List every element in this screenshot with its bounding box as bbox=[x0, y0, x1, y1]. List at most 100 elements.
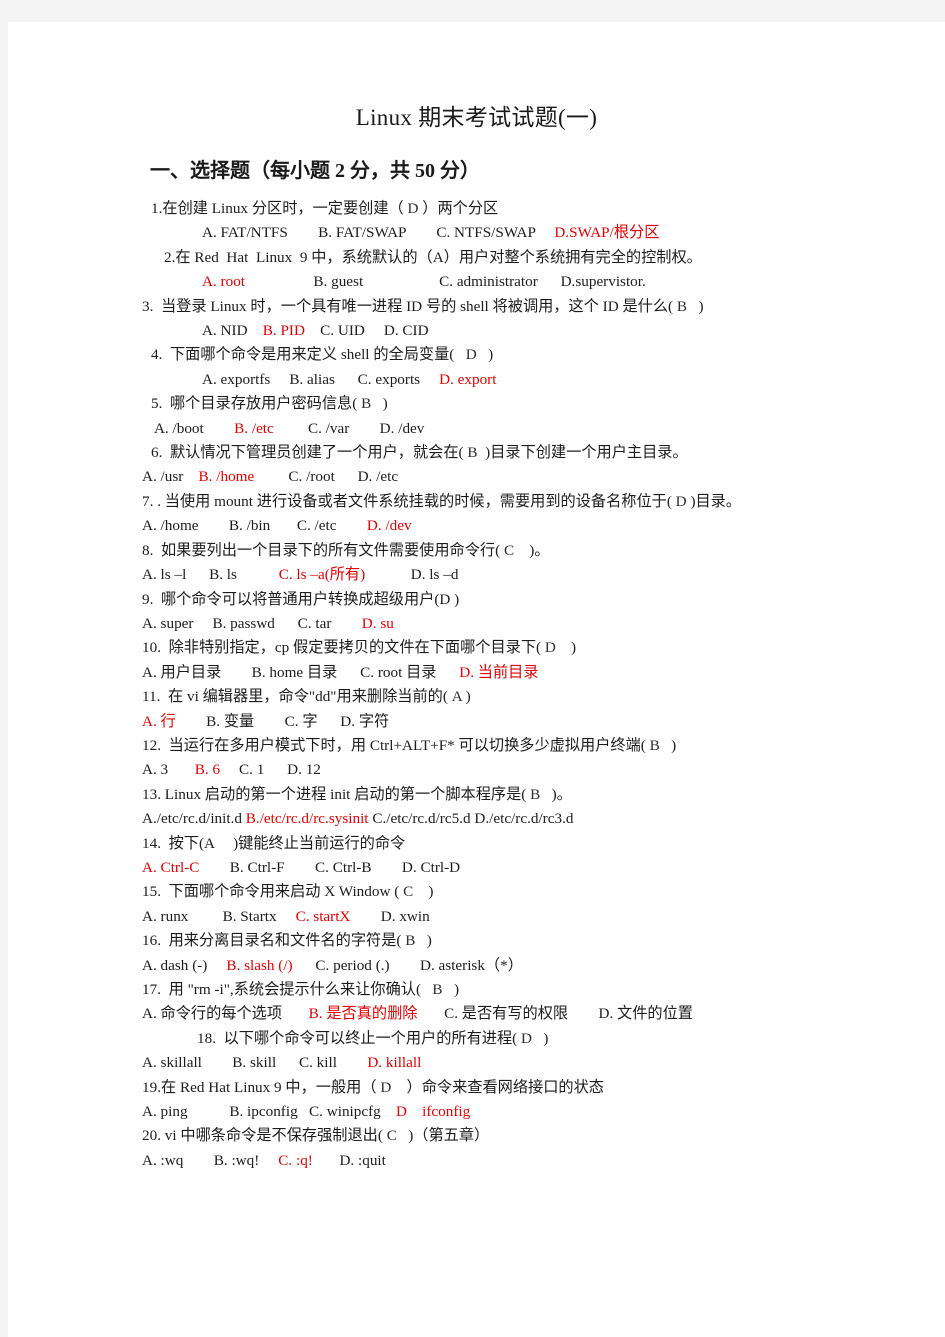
correct-option: C. ls –a(所有) bbox=[278, 566, 366, 584]
options-tail: C. 是否有写的权限 D. 文件的位置 bbox=[417, 1005, 693, 1023]
answer-marker: D bbox=[465, 346, 477, 364]
question-options-14: A. Ctrl-C B. Ctrl-F C. Ctrl-B D. Ctrl-D bbox=[142, 856, 917, 880]
correct-option: D. export bbox=[439, 370, 497, 388]
question-stem-17: 17. 用 "rm -i",系统会提示什么来让你确认( B ) bbox=[142, 978, 917, 1002]
options-tail: B. guest C. administrator D.supervistor. bbox=[245, 273, 646, 291]
correct-option: B. 6 bbox=[194, 761, 221, 779]
question-stem-11: 11. 在 vi 编辑器里，命令"dd"用来删除当前的( A ) bbox=[142, 685, 917, 709]
options-plain: A. 命令行的每个选项 bbox=[142, 1005, 309, 1023]
question-options-19: A. ping B. ipconfig C. winipcfg D ifconf… bbox=[142, 1100, 917, 1124]
options-plain: A. dash (-) bbox=[142, 956, 227, 974]
question-stem-text: 2.在 Red Hat Linux 9 中，系统默认的（A）用户对整个系统拥有完… bbox=[164, 248, 702, 266]
question-stem-text: 18. 以下哪个命令可以终止一个用户的所有进程( bbox=[197, 1029, 521, 1047]
options-plain: A. runx B. Startx bbox=[142, 907, 296, 925]
question-stem-9: 9. 哪个命令可以将普通用户转换成超级用户(D ) bbox=[142, 588, 917, 612]
options-plain: A. skillall B. skill C. kill bbox=[142, 1054, 368, 1072]
options-plain: A. /usr bbox=[142, 468, 199, 486]
answer-marker: C bbox=[386, 1127, 397, 1145]
question-stem-10: 10. 除非特别指定，cp 假定要拷贝的文件在下面哪个目录下( D ) bbox=[142, 636, 917, 660]
answer-marker: B bbox=[361, 395, 372, 413]
question-options-18: A. skillall B. skill C. kill D. killall bbox=[142, 1051, 917, 1075]
question-stem-4: 4. 下面哪个命令是用来定义 shell 的全局变量( D ) bbox=[142, 343, 917, 367]
question-stem-tail: ) bbox=[659, 736, 677, 754]
correct-option: D. su bbox=[361, 614, 394, 632]
question-stem-text: 3. 当登录 Linux 时，一个具有唯一进程 ID 号的 shell 将被调用… bbox=[142, 297, 677, 315]
question-options-11: A. 行 B. 变量 C. 字 D. 字符 bbox=[142, 710, 917, 734]
question-stem-text: 9. 哪个命令可以将普通用户转换成超级用户(D ) bbox=[142, 590, 460, 608]
correct-option: B. /etc bbox=[234, 419, 274, 437]
question-stem-text: 19.在 Red Hat Linux 9 中，一般用（ bbox=[142, 1078, 381, 1096]
question-stem-tail: ) bbox=[442, 981, 459, 998]
question-stem-tail: )。 bbox=[514, 541, 550, 559]
options-plain: A. super B. passwd C. tar bbox=[142, 614, 362, 632]
question-options-5: A. /boot B. /etc C. /var D. /dev bbox=[142, 417, 917, 441]
answer-marker: D bbox=[380, 1078, 392, 1096]
options-plain: A. 用户目录 B. home 目录 C. root 目录 bbox=[142, 663, 460, 681]
options-tail: C. 1 D. 12 bbox=[220, 761, 321, 779]
options-tail: C. /var D. /dev bbox=[273, 419, 425, 437]
question-stem-text: 7. . 当使用 mount 进行设备或者文件系统挂载的时候，需要用到的设备名称… bbox=[142, 492, 676, 510]
answer-marker: D bbox=[544, 639, 556, 657]
question-stem-20: 20. vi 中哪条命令是不保存强制退出( C )（第五章） bbox=[142, 1124, 917, 1148]
correct-option: B./etc/rc.d/rc.sysinit bbox=[245, 810, 369, 828]
question-stem-text: 14. 按下(A )键能终止当前运行的命令 bbox=[142, 834, 406, 852]
correct-option: D.SWAP/根分区 bbox=[554, 224, 660, 242]
section-heading: 一、选择题（每小题 2 分，共 50 分） bbox=[150, 160, 480, 182]
answer-marker: C bbox=[403, 883, 414, 901]
document-page: Linux 期末考试试题(一) 一、选择题（每小题 2 分，共 50 分） 1.… bbox=[8, 22, 945, 1337]
correct-option: D ifconfig bbox=[395, 1103, 471, 1121]
answer-marker: D bbox=[675, 492, 687, 510]
answer-marker: B bbox=[405, 932, 416, 950]
question-stem-15: 15. 下面哪个命令用来启动 X Window ( C ) bbox=[142, 880, 917, 904]
question-stem-text: 16. 用来分离目录名和文件名的字符是( bbox=[142, 932, 406, 950]
question-stem-tail: ) bbox=[461, 688, 471, 706]
answer-marker: B bbox=[676, 297, 688, 315]
answer-marker: B bbox=[467, 444, 478, 462]
question-options-17: A. 命令行的每个选项 B. 是否真的删除 C. 是否有写的权限 D. 文件的位… bbox=[142, 1002, 917, 1026]
options-plain: A. exportfs B. alias C. exports bbox=[202, 370, 440, 388]
question-stem-text: 1.在创建 Linux 分区时，一定要创建（ bbox=[151, 200, 408, 217]
question-options-16: A. dash (-) B. slash (/) C. period (.) D… bbox=[142, 954, 917, 978]
question-options-6: A. /usr B. /home C. /root D. /etc bbox=[142, 465, 917, 489]
question-stem-7: 7. . 当使用 mount 进行设备或者文件系统挂载的时候，需要用到的设备名称… bbox=[142, 490, 917, 514]
question-options-9: A. super B. passwd C. tar D. su bbox=[142, 612, 917, 636]
options-plain: A. /boot bbox=[151, 419, 235, 437]
answer-marker: C bbox=[503, 541, 515, 559]
question-options-7: A. /home B. /bin C. /etc D. /dev bbox=[142, 514, 917, 538]
question-stem-tail: )目录。 bbox=[686, 492, 742, 510]
correct-option: B. 是否真的删除 bbox=[308, 1005, 418, 1023]
question-stem-text: 5. 哪个目录存放用户密码信息( bbox=[151, 395, 362, 413]
options-tail: D. ls –d bbox=[365, 566, 459, 584]
options-plain: A. :wq B. :wq! bbox=[142, 1151, 279, 1169]
correct-option: D. 当前目录 bbox=[459, 663, 539, 681]
question-options-15: A. runx B. Startx C. startX D. xwin bbox=[142, 905, 917, 929]
answer-marker: B bbox=[649, 736, 660, 754]
answer-marker: B bbox=[530, 785, 541, 803]
options-plain: A. /home B. /bin C. /etc bbox=[142, 517, 367, 535]
question-stem-tail: ) bbox=[555, 639, 577, 657]
correct-option: B. slash (/) bbox=[226, 956, 293, 974]
options-tail: D. xwin bbox=[350, 907, 430, 925]
question-stem-14: 14. 按下(A )键能终止当前运行的命令 bbox=[142, 832, 917, 856]
question-stem-text: 6. 默认情况下管理员创建了一个用户，就会在( bbox=[151, 444, 468, 462]
question-stem-tail: ) bbox=[371, 395, 388, 413]
options-tail: C. period (.) D. asterisk（*） bbox=[292, 956, 523, 974]
correct-option: A. 行 bbox=[142, 712, 176, 730]
options-plain: A. FAT/NTFS B. FAT/SWAP C. NTFS/SWAP bbox=[202, 224, 555, 242]
answer-marker: B bbox=[432, 981, 443, 998]
answer-marker: A bbox=[451, 688, 462, 706]
question-stem-13: 13. Linux 启动的第一个进程 init 启动的第一个脚本程序是( B )… bbox=[142, 783, 917, 807]
question-stem-tail: )目录下创建一个用户主目录。 bbox=[477, 444, 688, 462]
question-stem-tail: ) bbox=[476, 346, 494, 364]
correct-option: B. /home bbox=[198, 468, 255, 486]
question-stem-3: 3. 当登录 Linux 时，一个具有唯一进程 ID 号的 shell 将被调用… bbox=[142, 295, 917, 319]
question-stem-1: 1.在创建 Linux 分区时，一定要创建（ D ）两个分区 bbox=[142, 197, 917, 221]
question-stem-tail: ) bbox=[413, 883, 434, 901]
question-stem-8: 8. 如果要列出一个目录下的所有文件需要使用命令行( C )。 bbox=[142, 539, 917, 563]
question-options-8: A. ls –l B. ls C. ls –a(所有) D. ls –d bbox=[142, 563, 917, 587]
question-stem-tail: ）两个分区 bbox=[418, 200, 499, 217]
correct-option: A. root bbox=[202, 273, 246, 291]
question-stem-tail: ) bbox=[415, 932, 432, 950]
options-tail: C./etc/rc.d/rc5.d D./etc/rc.d/rc3.d bbox=[368, 810, 574, 828]
correct-option: C. startX bbox=[295, 907, 351, 925]
